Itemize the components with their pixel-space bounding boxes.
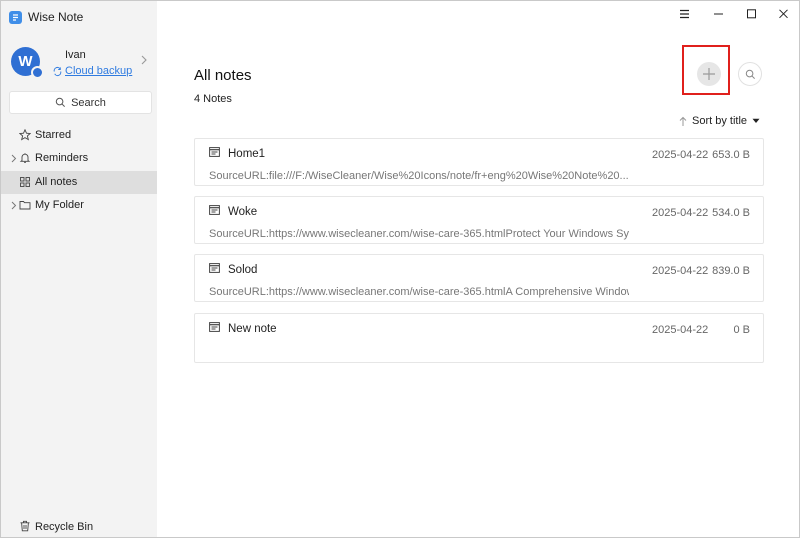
search-label: Search <box>71 96 106 109</box>
note-item[interactable]: Solod 2025-04-22 839.0 B SourceURL:https… <box>194 254 764 302</box>
note-icon <box>209 263 220 273</box>
trash-icon <box>20 520 30 532</box>
maximize-icon <box>746 9 756 19</box>
note-size: 653.0 B <box>712 149 750 161</box>
close-icon <box>778 9 788 19</box>
note-title: New note <box>228 323 277 335</box>
chevron-right-icon[interactable] <box>10 201 18 210</box>
note-snippet: SourceURL:https://www.wisecleaner.com/wi… <box>209 286 629 298</box>
app-title-bar: Wise Note <box>9 9 83 25</box>
highlight-box <box>682 45 730 95</box>
sidebar-item-all-notes[interactable]: All notes <box>1 171 157 194</box>
note-item[interactable]: New note 2025-04-22 0 B <box>194 313 764 363</box>
maximize-button[interactable] <box>736 5 766 23</box>
search-button[interactable]: Search <box>9 91 152 114</box>
note-icon <box>209 205 220 215</box>
avatar-status-icon <box>31 66 44 79</box>
minimize-button[interactable] <box>703 5 733 23</box>
cloud-backup-label: Cloud backup <box>65 65 133 77</box>
chevron-right-icon[interactable] <box>10 154 18 163</box>
sidebar-item-starred[interactable]: Starred <box>1 124 157 147</box>
note-snippet: SourceURL:file:///F:/WiseCleaner/Wise%20… <box>209 170 629 182</box>
sort-label: Sort by title <box>692 115 748 127</box>
note-count: 4 Notes <box>194 93 232 105</box>
note-icon <box>209 147 220 157</box>
arrow-up-icon <box>679 116 687 126</box>
note-size: 534.0 B <box>712 207 750 219</box>
sidebar-item-my-folder[interactable]: My Folder <box>1 194 157 217</box>
sidebar-item-label: Starred <box>35 129 72 141</box>
note-item[interactable]: Home1 2025-04-22 653.0 B SourceURL:file:… <box>194 138 764 186</box>
note-snippet: SourceURL:https://www.wisecleaner.com/wi… <box>209 228 629 240</box>
note-date: 2025-04-22 <box>652 324 709 336</box>
close-button[interactable] <box>768 5 798 23</box>
sidebar-item-label: All notes <box>35 176 78 188</box>
user-panel[interactable]: W Ivan Cloud backup <box>11 47 151 79</box>
app-logo-icon <box>9 10 22 24</box>
folder-icon <box>19 201 31 210</box>
note-size: 0 B <box>733 324 750 336</box>
recycle-bin-label: Recycle Bin <box>35 521 94 533</box>
minimize-icon <box>713 13 723 15</box>
bell-icon <box>19 153 31 163</box>
sidebar-item-label: Reminders <box>35 152 89 164</box>
note-icon <box>209 322 220 332</box>
note-date: 2025-04-22 <box>652 265 709 277</box>
search-icon <box>55 97 66 107</box>
sidebar-item-label: My Folder <box>35 199 84 211</box>
page-title: All notes <box>194 67 252 84</box>
note-date: 2025-04-22 <box>652 149 709 161</box>
app-title: Wise Note <box>28 10 84 24</box>
caret-down-icon <box>752 118 760 123</box>
note-size: 839.0 B <box>712 265 750 277</box>
star-icon <box>19 129 31 141</box>
sidebar: Wise Note W Ivan Cloud backup Search Sta… <box>1 1 157 537</box>
sort-dropdown[interactable]: Sort by title <box>679 115 760 127</box>
hamburger-icon <box>679 9 689 19</box>
note-item[interactable]: Woke 2025-04-22 534.0 B SourceURL:https:… <box>194 196 764 244</box>
search-icon <box>745 69 755 79</box>
note-date: 2025-04-22 <box>652 207 709 219</box>
grid-icon <box>20 177 30 187</box>
sidebar-item-reminders[interactable]: Reminders <box>1 147 157 170</box>
app-window: Wise Note W Ivan Cloud backup Search Sta… <box>0 0 800 538</box>
menu-button[interactable] <box>669 5 699 23</box>
user-name: Ivan <box>65 49 86 61</box>
search-notes-button[interactable] <box>738 62 762 86</box>
note-title: Solod <box>228 264 258 276</box>
cloud-backup-link[interactable]: Cloud backup <box>52 65 132 77</box>
chevron-right-icon[interactable] <box>139 55 149 65</box>
note-title: Woke <box>228 206 258 218</box>
sidebar-item-recycle-bin[interactable]: Recycle Bin <box>1 516 157 538</box>
sync-icon <box>53 66 62 76</box>
note-title: Home1 <box>228 148 266 160</box>
